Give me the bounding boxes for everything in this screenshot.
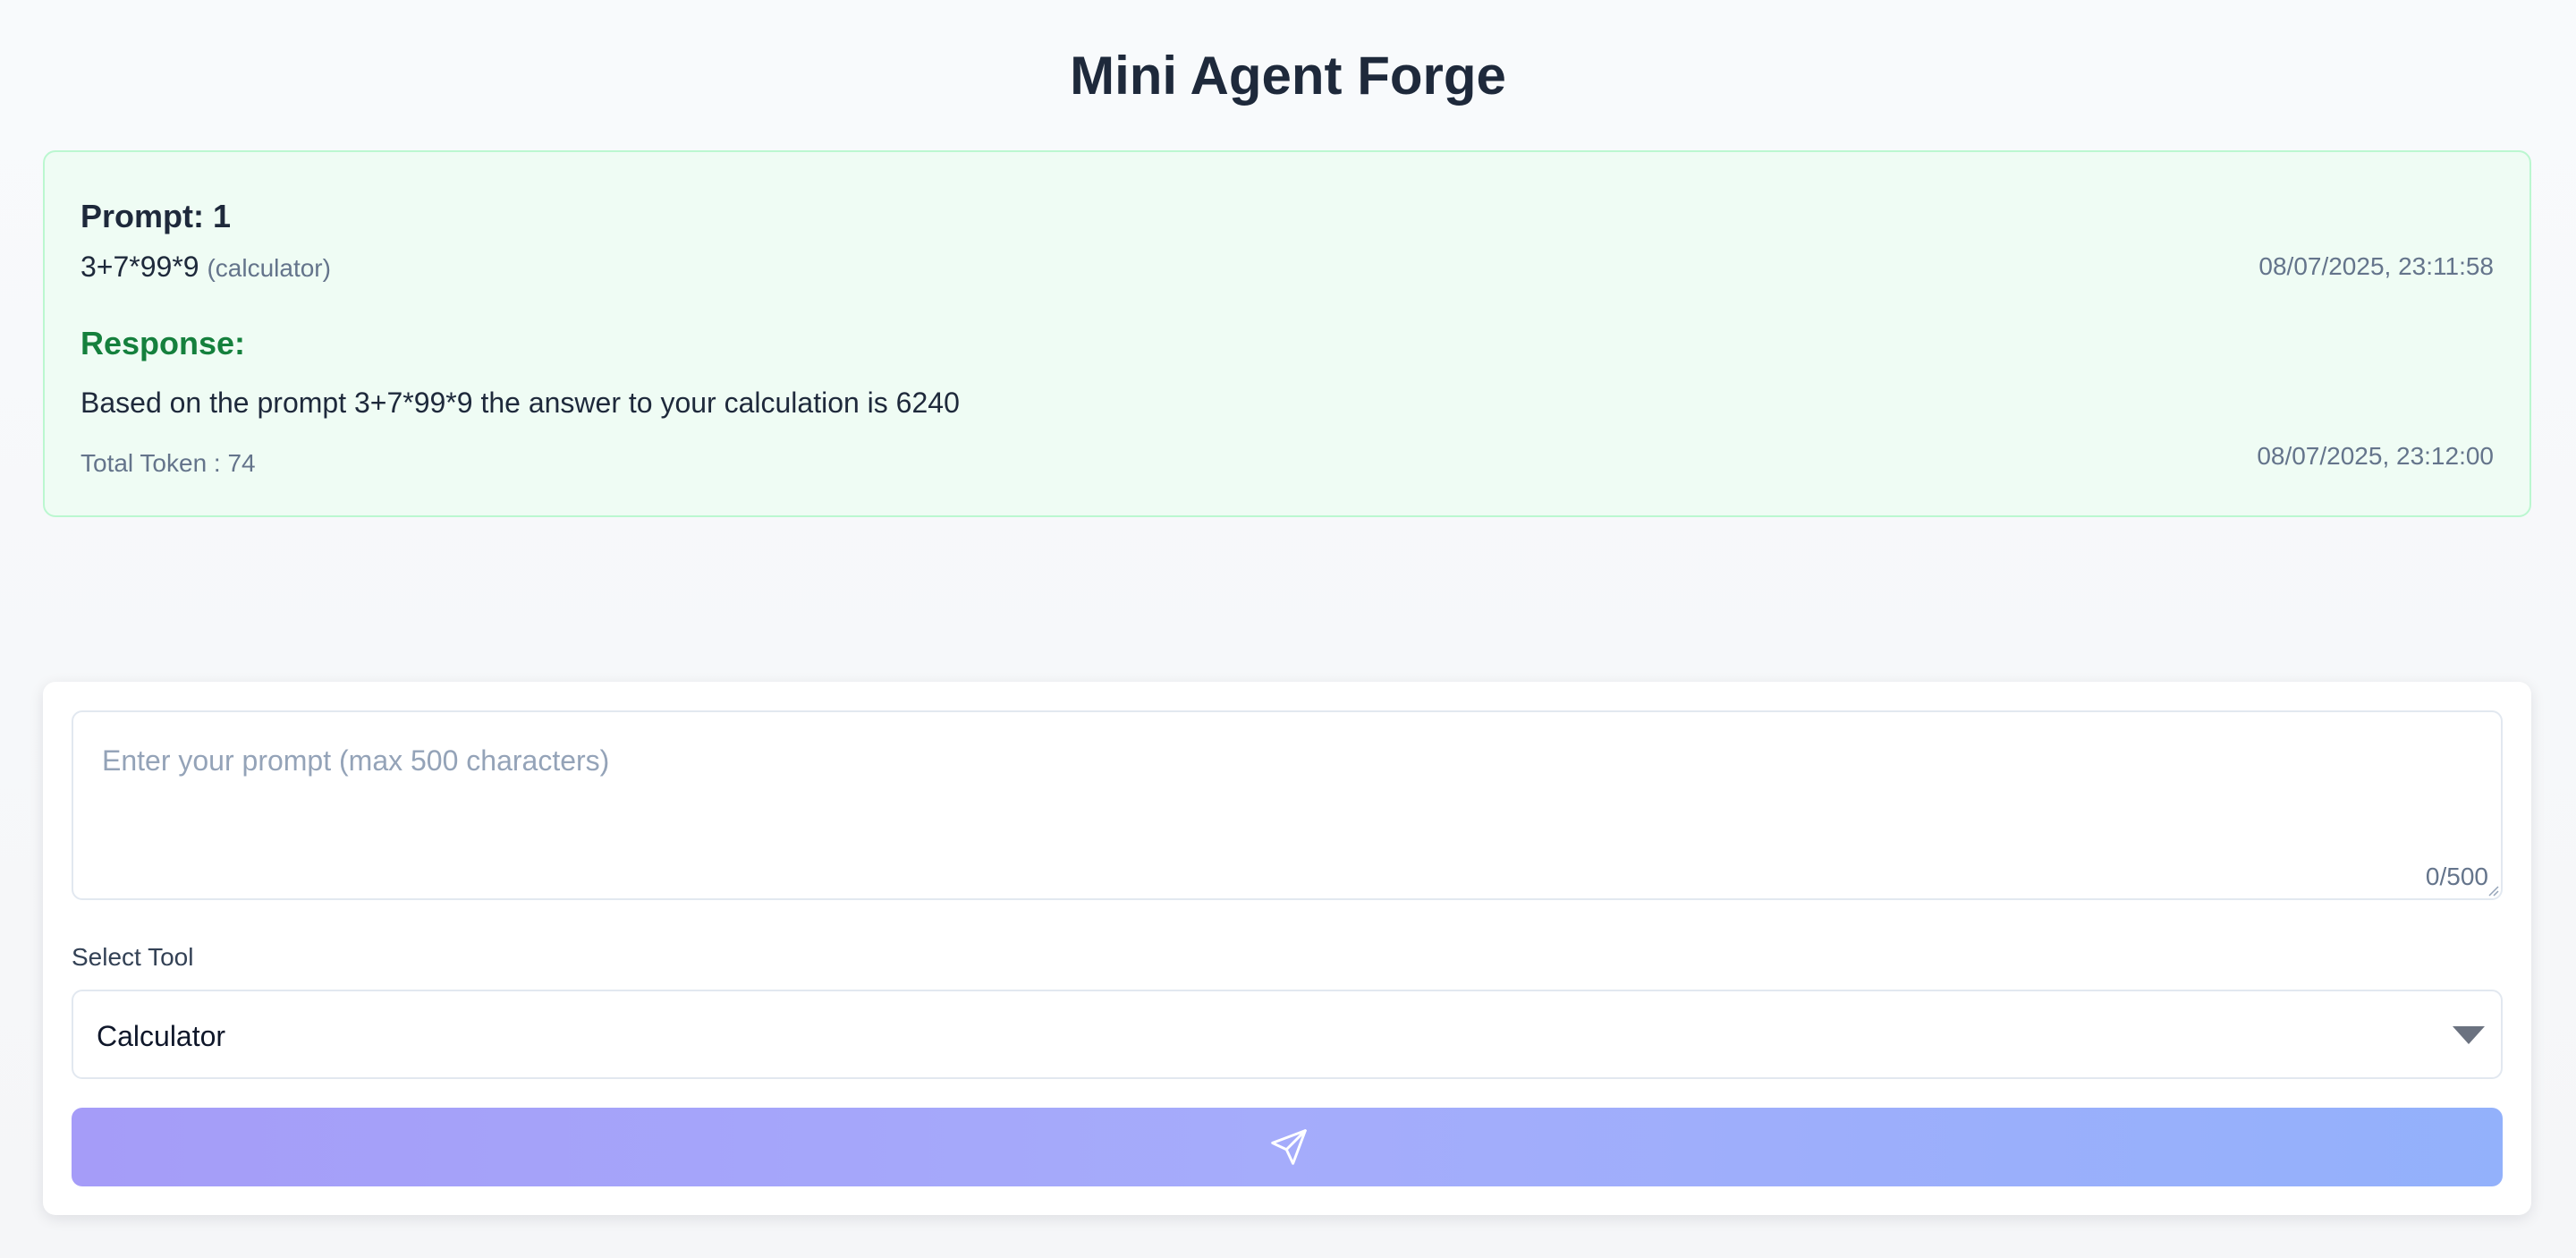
response-text: Based on the prompt 3+7*99*9 the answer … xyxy=(80,387,960,419)
tool-select[interactable]: Calculator xyxy=(72,990,2503,1079)
prompt-composer: 0/500 Select Tool Calculator xyxy=(43,682,2531,1215)
conversation-card: Prompt: 1 3+7*99*9 (calculator) 08/07/20… xyxy=(43,150,2531,517)
resize-handle-icon[interactable] xyxy=(2487,884,2499,897)
tool-select-value: Calculator xyxy=(97,1020,226,1052)
token-count: Total Token : 74 xyxy=(80,449,256,477)
prompt-text: 3+7*99*9 xyxy=(80,251,199,283)
prompt-input-container: 0/500 xyxy=(72,710,2503,900)
tool-select-label: Select Tool xyxy=(72,943,194,971)
paper-plane-icon xyxy=(1271,1129,1307,1165)
send-button[interactable] xyxy=(72,1108,2503,1186)
prompt-timestamp: 08/07/2025, 23:11:58 xyxy=(2258,252,2494,280)
prompt-input[interactable] xyxy=(73,712,2501,898)
character-counter: 0/500 xyxy=(2425,863,2488,890)
prompt-text-line: 3+7*99*9 (calculator) xyxy=(80,249,331,286)
chevron-down-icon xyxy=(2453,1026,2485,1044)
prompt-tool-tag: (calculator) xyxy=(207,254,331,282)
page-title: Mini Agent Forge xyxy=(1070,46,1506,106)
response-timestamp: 08/07/2025, 23:12:00 xyxy=(2257,442,2494,470)
prompt-heading: Prompt: 1 xyxy=(80,198,232,234)
response-heading: Response: xyxy=(80,325,246,361)
